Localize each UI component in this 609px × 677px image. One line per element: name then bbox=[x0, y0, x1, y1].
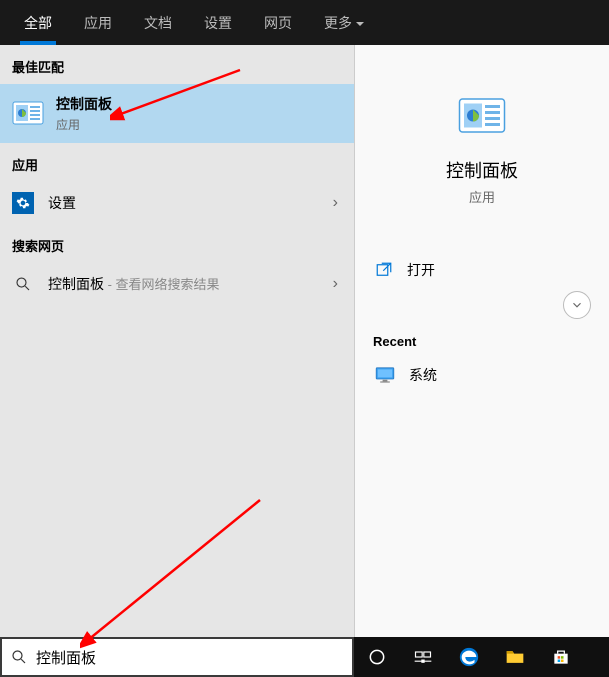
chevron-right-icon: › bbox=[333, 275, 338, 293]
control-panel-icon bbox=[12, 98, 44, 130]
result-title: 控制面板 bbox=[56, 94, 112, 114]
recent-header: Recent bbox=[373, 334, 591, 349]
tab-label: 网页 bbox=[264, 15, 292, 31]
store-icon bbox=[551, 647, 571, 667]
task-view-icon bbox=[413, 647, 433, 667]
search-icon bbox=[12, 273, 34, 295]
tab-label: 全部 bbox=[24, 15, 52, 31]
file-explorer-button[interactable] bbox=[492, 637, 538, 677]
cortana-button[interactable] bbox=[354, 637, 400, 677]
open-label: 打开 bbox=[407, 260, 435, 280]
search-results-panel: 最佳匹配 控制面板 应用 应用 设置 › 搜索网页 bbox=[0, 45, 609, 637]
results-list: 最佳匹配 控制面板 应用 应用 设置 › 搜索网页 bbox=[0, 45, 354, 637]
result-hint: - 查看网络搜索结果 bbox=[104, 277, 220, 292]
control-panel-icon bbox=[458, 93, 506, 141]
result-title: 设置 bbox=[48, 193, 76, 213]
tab-label: 文档 bbox=[144, 15, 172, 31]
tab-label: 设置 bbox=[204, 15, 232, 31]
result-text: 控制面板 - 查看网络搜索结果 bbox=[48, 274, 220, 294]
web-result-item[interactable]: 控制面板 - 查看网络搜索结果 › bbox=[0, 263, 354, 305]
cortana-icon bbox=[367, 647, 387, 667]
chevron-down-icon bbox=[570, 298, 584, 312]
folder-icon bbox=[504, 647, 526, 667]
settings-icon bbox=[12, 192, 34, 214]
search-icon bbox=[10, 648, 28, 666]
search-filter-tabs: 全部 应用 文档 设置 网页 更多 bbox=[0, 0, 609, 45]
best-match-item[interactable]: 控制面板 应用 bbox=[0, 84, 354, 143]
best-match-header: 最佳匹配 bbox=[0, 45, 354, 84]
preview-title: 控制面板 bbox=[373, 157, 591, 183]
result-subtitle: 应用 bbox=[56, 116, 112, 133]
result-text: 控制面板 应用 bbox=[56, 94, 112, 133]
tab-documents[interactable]: 文档 bbox=[128, 2, 188, 43]
monitor-icon bbox=[375, 367, 395, 383]
tab-label: 应用 bbox=[84, 15, 112, 31]
recent-item-system[interactable]: 系统 bbox=[373, 359, 591, 391]
tab-more[interactable]: 更多 bbox=[308, 2, 380, 43]
store-button[interactable] bbox=[538, 637, 584, 677]
edge-button[interactable] bbox=[446, 637, 492, 677]
chevron-down-icon bbox=[356, 22, 364, 30]
tab-apps[interactable]: 应用 bbox=[68, 2, 128, 43]
open-action[interactable]: 打开 bbox=[373, 254, 591, 286]
result-title: 控制面板 bbox=[48, 276, 104, 292]
preview-subtitle: 应用 bbox=[373, 187, 591, 206]
chevron-right-icon: › bbox=[333, 194, 338, 212]
search-input[interactable] bbox=[36, 649, 344, 666]
tab-all[interactable]: 全部 bbox=[8, 2, 68, 43]
taskbar bbox=[354, 637, 609, 677]
edge-icon bbox=[458, 646, 480, 668]
web-header: 搜索网页 bbox=[0, 224, 354, 263]
expand-button[interactable] bbox=[563, 291, 591, 319]
task-view-button[interactable] bbox=[400, 637, 446, 677]
apps-header: 应用 bbox=[0, 143, 354, 182]
tab-web[interactable]: 网页 bbox=[248, 2, 308, 43]
recent-label: 系统 bbox=[409, 365, 437, 385]
tab-label: 更多 bbox=[324, 15, 352, 31]
app-result-settings[interactable]: 设置 › bbox=[0, 182, 354, 224]
bottom-bar bbox=[0, 637, 609, 677]
open-icon bbox=[375, 261, 393, 279]
preview-pane: 控制面板 应用 打开 Recent 系统 bbox=[354, 45, 609, 637]
search-box[interactable] bbox=[0, 637, 354, 677]
tab-settings[interactable]: 设置 bbox=[188, 2, 248, 43]
